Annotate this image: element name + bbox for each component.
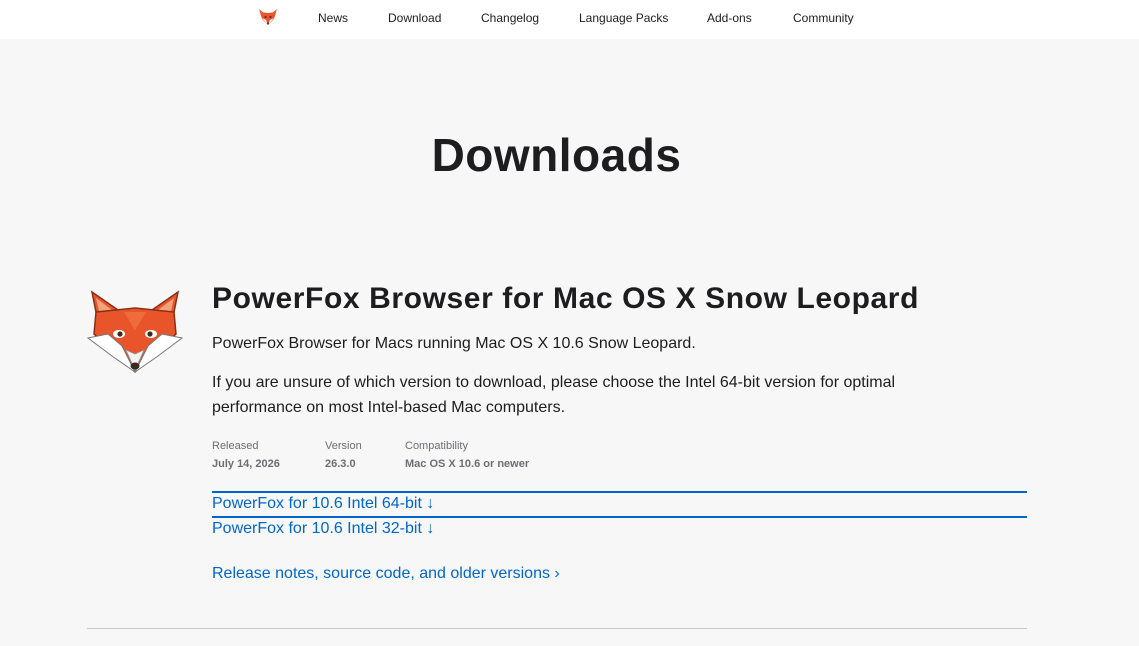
meta-released: Released July 14, 2026 xyxy=(212,439,280,471)
product-description: PowerFox Browser for Macs running Mac OS… xyxy=(212,335,696,352)
nav-item-download[interactable]: Download xyxy=(388,11,441,25)
section-divider xyxy=(87,628,1027,629)
meta-compatibility: Compatibility Mac OS X 10.6 or newer xyxy=(405,439,529,471)
product-note: If you are unsure of which version to do… xyxy=(212,374,896,416)
download-64bit-link[interactable]: PowerFox for 10.6 Intel 64-bit ↓ xyxy=(212,495,434,513)
version-value: 26.3.0 xyxy=(325,458,356,470)
product-title: PowerFox Browser for Mac OS X Snow Leopa… xyxy=(212,282,919,315)
nav-item-changelog[interactable]: Changelog xyxy=(481,11,539,25)
version-label: Version xyxy=(325,440,362,452)
release-notes-link[interactable]: Release notes, source code, and older ve… xyxy=(212,565,560,583)
download-32bit-link[interactable]: PowerFox for 10.6 Intel 32-bit ↓ xyxy=(212,520,434,538)
top-navigation: News Download Changelog Language Packs A… xyxy=(0,0,1139,39)
nav-bar: News Download Changelog Language Packs A… xyxy=(0,0,1139,39)
meta-version: Version 26.3.0 xyxy=(325,439,362,471)
nav-item-news[interactable]: News xyxy=(318,11,348,25)
page-title: Downloads xyxy=(431,129,682,181)
released-label: Released xyxy=(212,440,259,452)
compatibility-label: Compatibility xyxy=(405,440,468,452)
released-value: July 14, 2026 xyxy=(212,458,280,470)
nav-item-language-packs[interactable]: Language Packs xyxy=(579,11,668,25)
nav-item-community[interactable]: Community xyxy=(793,11,854,25)
nav-item-add-ons[interactable]: Add-ons xyxy=(707,11,752,25)
fox-logo-icon[interactable] xyxy=(258,8,278,26)
fox-logo-icon xyxy=(86,290,184,374)
compatibility-value: Mac OS X 10.6 or newer xyxy=(405,458,530,470)
